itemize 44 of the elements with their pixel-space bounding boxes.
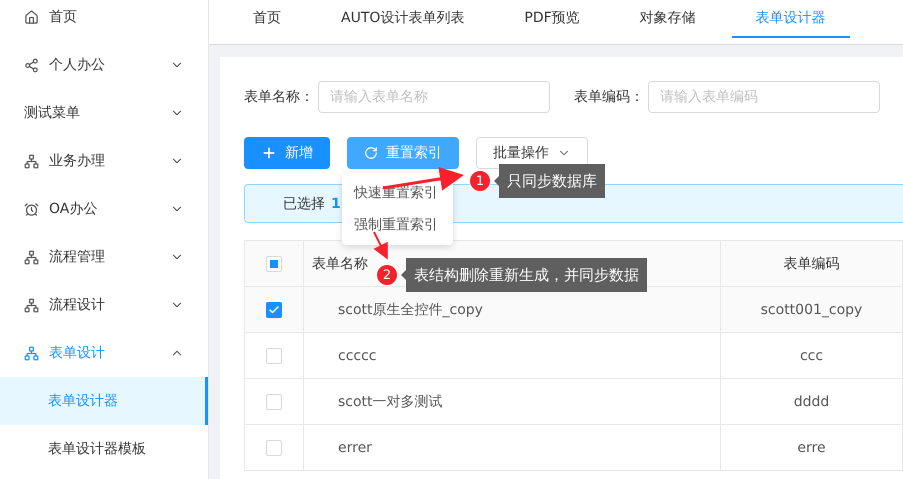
refresh-icon	[364, 146, 378, 160]
tab[interactable]: 对象存储	[616, 0, 720, 38]
sidebar-item[interactable]: 流程设计	[0, 281, 208, 329]
tab[interactable]: 首页	[229, 0, 305, 38]
search-field[interactable]: 请输入表单编码	[648, 81, 880, 113]
plus-icon	[261, 145, 277, 161]
table-cell: erre	[797, 440, 826, 456]
table-cell: ccccc	[338, 348, 376, 364]
sitemap-icon	[24, 298, 39, 312]
table-cell: ccc	[800, 348, 824, 364]
field-label: 表单名称：	[244, 88, 314, 106]
table-cell: scott001_copy	[760, 302, 862, 318]
tab[interactable]: AUTO设计表单列表	[317, 0, 488, 38]
alarm-icon	[24, 202, 39, 216]
batch-button[interactable]: 批量操作	[476, 137, 588, 169]
arrow	[373, 232, 388, 260]
selected-count: 1	[331, 196, 341, 212]
share-icon	[24, 58, 39, 72]
alert-text: 已选择	[283, 194, 325, 212]
sidebar-item[interactable]: 流程管理	[0, 233, 208, 281]
table-cell: dddd	[794, 394, 830, 410]
sitemap-icon	[24, 250, 39, 264]
sidebar-item[interactable]: 首页	[0, 0, 208, 41]
sidebar-item[interactable]: OA办公	[0, 185, 208, 233]
sidebar-item[interactable]: 个人办公	[0, 41, 208, 89]
sitemap-icon	[24, 346, 39, 360]
sitemap-icon	[24, 154, 39, 168]
sidebar-item[interactable]: 业务办理	[0, 137, 208, 185]
menu-item[interactable]: 强制重置索引	[342, 209, 453, 241]
checkbox[interactable]	[266, 302, 282, 318]
tooltip: 表结构删除重新生成，并同步数据	[401, 258, 647, 292]
column-header: 表单编码	[784, 254, 840, 272]
home-icon	[24, 10, 39, 24]
field-label: 表单编码：	[574, 88, 644, 106]
table-cell: scott一对多测试	[338, 392, 443, 410]
table-cell: errer	[338, 440, 372, 456]
check-icon	[268, 304, 280, 316]
table-cell: scott原生全控件_copy	[338, 300, 483, 318]
sidebar-item[interactable]: 测试菜单	[0, 89, 208, 137]
sidebar-subitem[interactable]: 表单设计器模板	[0, 425, 208, 473]
tooltip: 只同步数据库	[494, 164, 605, 198]
search-field[interactable]: 请输入表单名称	[318, 81, 550, 113]
tab[interactable]: PDF预览	[500, 0, 604, 38]
column-header: 表单名称	[312, 254, 368, 272]
